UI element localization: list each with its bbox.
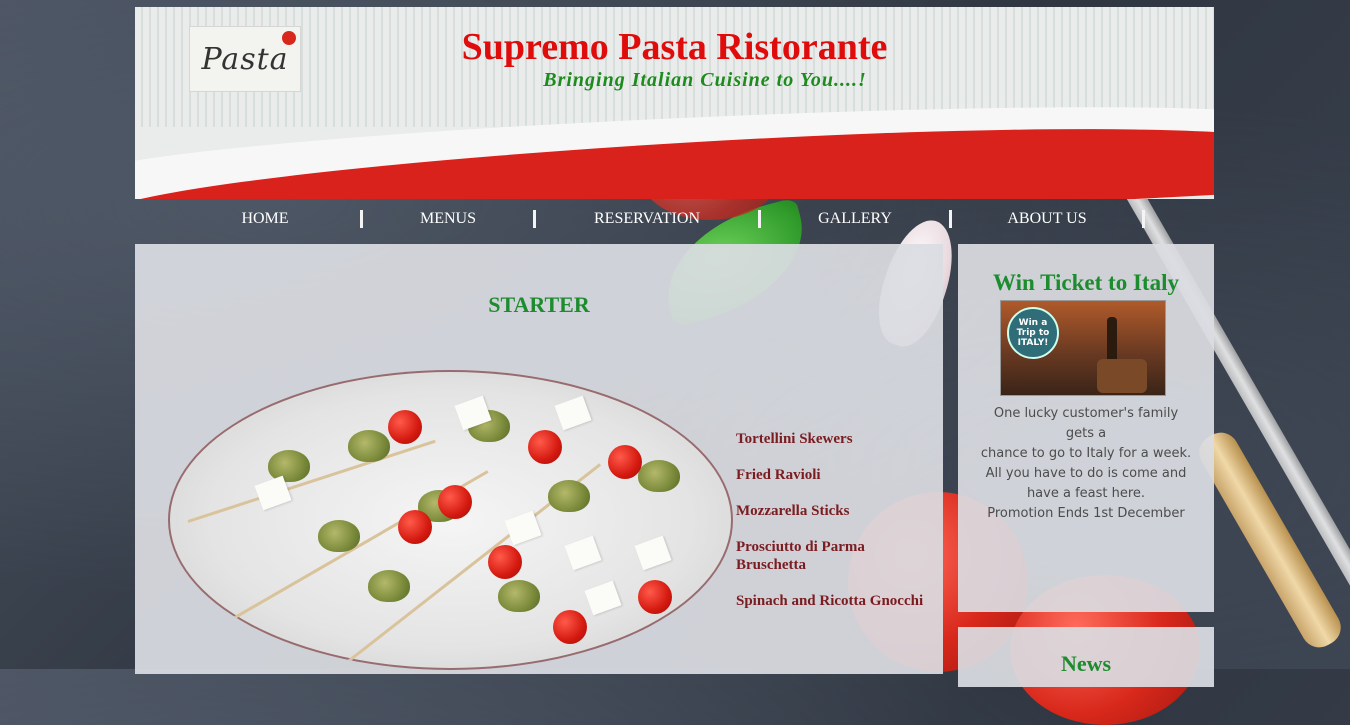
menu-item: Mozzarella Sticks bbox=[736, 503, 850, 519]
promo-panel: Win Ticket to Italy Win a Trip to ITALY!… bbox=[958, 244, 1214, 612]
tortellini bbox=[348, 430, 390, 462]
nav-divider bbox=[1142, 210, 1145, 228]
cherry-tomato bbox=[438, 485, 472, 519]
menu-item: Prosciutto di Parma Bruschetta bbox=[736, 539, 865, 573]
site-header: Pasta Supremo Pasta Ristorante Bringing … bbox=[135, 7, 1214, 199]
promo-image[interactable]: Win a Trip to ITALY! bbox=[1000, 300, 1166, 396]
promo-description: One lucky customer's family gets a chanc… bbox=[978, 404, 1194, 524]
nav-item-gallery[interactable]: GALLERY bbox=[761, 210, 949, 228]
nav-item-menus[interactable]: MENUS bbox=[363, 210, 533, 228]
cherry-tomato bbox=[398, 510, 432, 544]
cherry-tomato bbox=[488, 545, 522, 579]
promo-title: Win Ticket to Italy bbox=[993, 270, 1179, 295]
promo-text-line: chance to go to Italy for a week. bbox=[980, 446, 1192, 461]
tortellini bbox=[318, 520, 360, 552]
cherry-tomato bbox=[638, 580, 672, 614]
starter-dish-image bbox=[168, 370, 733, 670]
tortellini bbox=[548, 480, 590, 512]
nav-item-home[interactable]: HOME bbox=[170, 210, 360, 228]
main-content: STARTER Tortellini Skewers Fried Ravioli bbox=[135, 244, 943, 674]
cherry-tomato bbox=[608, 445, 642, 479]
cherry-tomato bbox=[553, 610, 587, 644]
site-title: Supremo Pasta Ristorante bbox=[461, 26, 888, 68]
tortellini bbox=[638, 460, 680, 492]
tortellini bbox=[368, 570, 410, 602]
menu-item: Fried Ravioli bbox=[736, 467, 821, 483]
main-nav: HOME MENUS RESERVATION GALLERY ABOUT US bbox=[170, 207, 1170, 231]
starter-menu-list: Tortellini Skewers Fried Ravioli Mozzare… bbox=[736, 430, 936, 628]
cherry-tomato bbox=[528, 430, 562, 464]
menu-item: Tortellini Skewers bbox=[736, 431, 853, 447]
tortellini bbox=[498, 580, 540, 612]
barrel-decoration bbox=[1097, 359, 1147, 393]
news-title: News bbox=[1060, 651, 1112, 676]
promo-badge: Win a Trip to ITALY! bbox=[1007, 307, 1059, 359]
menu-item: Spinach and Ricotta Gnocchi bbox=[736, 593, 924, 609]
news-panel: News bbox=[958, 627, 1214, 687]
site-tagline: Bringing Italian Cuisine to You....! bbox=[543, 69, 867, 91]
promo-text-line: One lucky customer's family gets a bbox=[993, 406, 1179, 441]
tortellini bbox=[268, 450, 310, 482]
nav-item-about-us[interactable]: ABOUT US bbox=[952, 210, 1142, 228]
promo-text-line: All you have to do is come and bbox=[985, 466, 1187, 481]
nav-item-reservation[interactable]: RESERVATION bbox=[536, 210, 758, 228]
promo-text-line: Promotion Ends 1st December bbox=[987, 506, 1185, 521]
cherry-tomato bbox=[388, 410, 422, 444]
promo-text-line: have a feast here. bbox=[1026, 486, 1146, 501]
section-title: STARTER bbox=[488, 292, 590, 317]
